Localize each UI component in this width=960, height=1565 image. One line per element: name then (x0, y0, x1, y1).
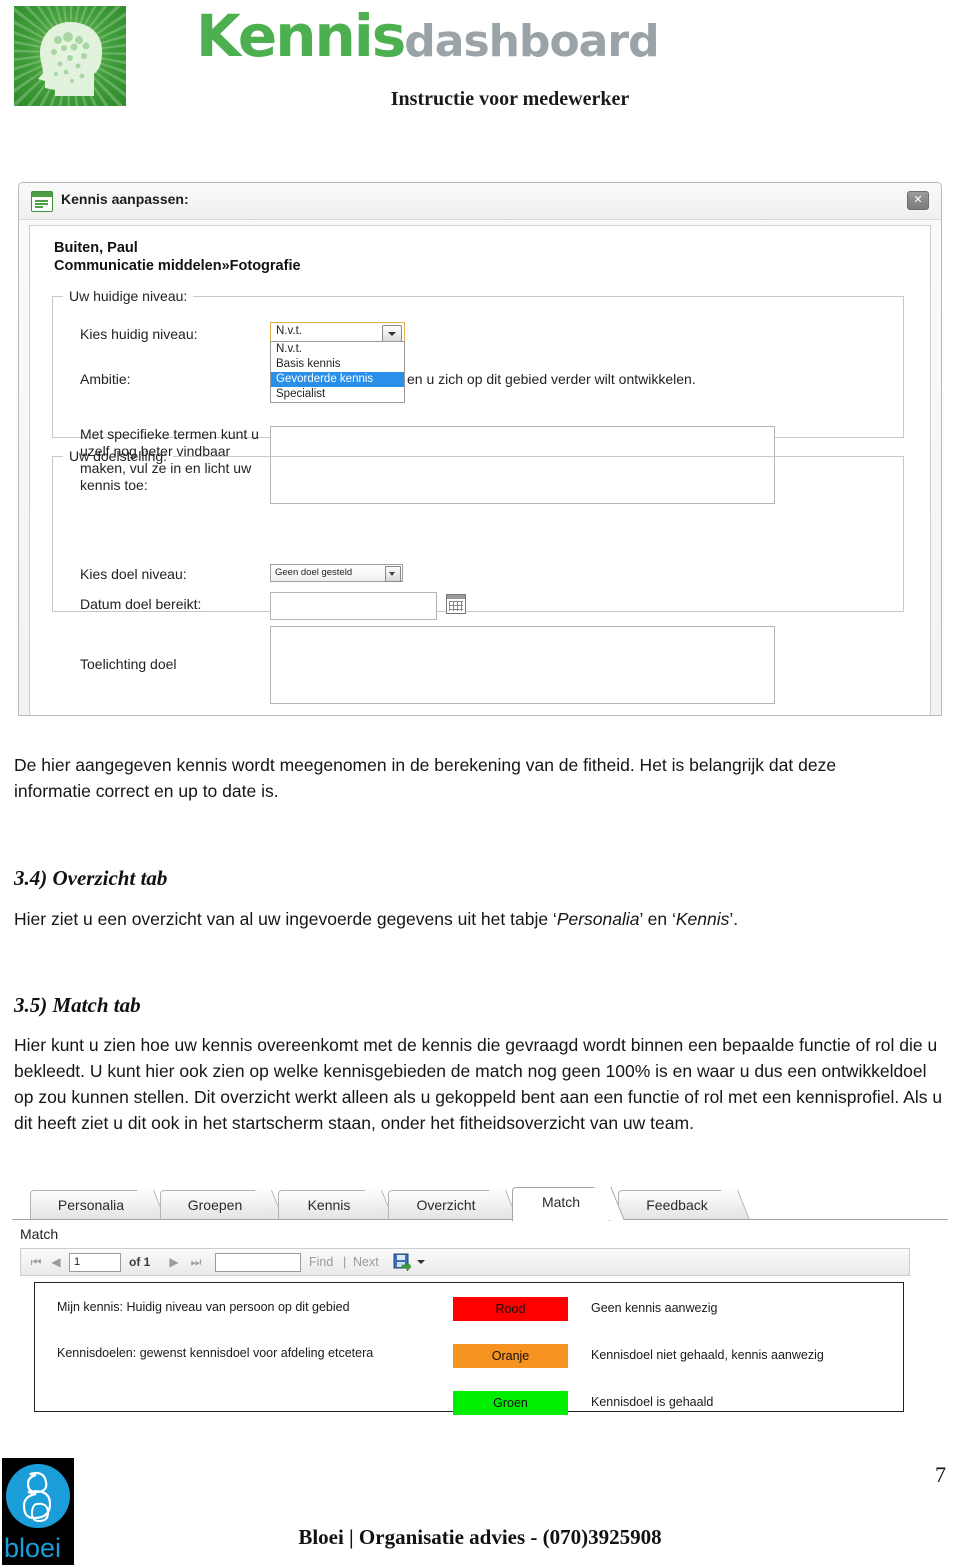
s34-part-b: ’ en ‘ (639, 909, 676, 929)
tab-overzicht[interactable]: Overzicht (388, 1190, 519, 1221)
group-goal: Uw doelstelling: (52, 448, 904, 612)
current-level-value: N.v.t. (276, 325, 302, 337)
match-tab-screenshot: Personalia Groepen Kennis Overzicht Matc… (12, 1186, 948, 1426)
export-save-icon[interactable] (393, 1253, 411, 1271)
s34-italic-kennis: Kennis (675, 909, 730, 929)
swatch-rood: Rood (453, 1297, 568, 1321)
tab-feedback[interactable]: Feedback (618, 1190, 751, 1221)
bloei-logo-icon: bloei (2, 1458, 74, 1565)
dropdown-option-3[interactable]: Specialist (271, 387, 404, 402)
tab-kennis[interactable]: Kennis (278, 1190, 395, 1221)
dialog-title: Kennis aanpassen: (61, 191, 189, 207)
close-icon[interactable]: ✕ (907, 191, 929, 210)
brand-secondary: dashboard (404, 16, 659, 67)
s34-italic-personalia: Personalia (556, 909, 640, 929)
s34-part-a: Hier ziet u een overzicht van al uw inge… (14, 909, 557, 929)
label-kies-doel-niveau: Kies doel niveau: (80, 566, 187, 582)
head-network-icon (14, 6, 126, 106)
tab-groepen[interactable]: Groepen (160, 1190, 285, 1221)
label-datum-doel-bereikt: Datum doel bereikt: (80, 596, 202, 612)
match-panel: Match ⏮ ◀ 1 of 1 ▶ ⏭ Find | Next Mijn ke… (12, 1219, 948, 1420)
kennis-aanpassen-screenshot: Kennis aanpassen: ✕ Buiten, Paul Communi… (12, 178, 948, 718)
last-page-icon[interactable]: ⏭ (189, 1255, 203, 1269)
label-toelichting-doel: Toelichting doel (80, 656, 177, 672)
find-next-separator: | (343, 1255, 347, 1269)
tab-bar: Personalia Groepen Kennis Overzicht Matc… (12, 1186, 948, 1221)
tab-personalia[interactable]: Personalia (30, 1190, 167, 1221)
legend-note-mijn-kennis: Mijn kennis: Huidig niveau van persoon o… (57, 1300, 350, 1314)
page-number-input[interactable]: 1 (69, 1253, 121, 1272)
bloei-wordmark: bloei (4, 1533, 62, 1563)
swatch-oranje: Oranje (453, 1344, 568, 1368)
brand-title: Kennisdashboard (196, 2, 660, 74)
match-legend-box: Mijn kennis: Huidig niveau van persoon o… (34, 1282, 904, 1415)
goal-level-value: Geen doel gesteld (275, 567, 353, 578)
s34-part-c: ’. (729, 909, 739, 929)
group-current-level-legend: Uw huidige niveau: (69, 288, 188, 304)
goal-date-input[interactable] (270, 592, 437, 620)
dropdown-option-1[interactable]: Basis kennis (271, 357, 404, 372)
group-current-level: Uw huidige niveau: (52, 288, 904, 438)
tab-feedback-label: Feedback (646, 1197, 708, 1213)
section-3-5-text: Hier kunt u zien hoe uw kennis overeenko… (14, 1035, 943, 1133)
group-goal-legend: Uw doelstelling: (69, 448, 168, 464)
bloei-circle (6, 1464, 70, 1528)
calendar-icon[interactable] (446, 594, 466, 614)
legend-note-kennisdoelen: Kennisdoelen: gewenst kennisdoel voor af… (57, 1346, 374, 1360)
goal-level-select[interactable]: Geen doel gesteld (270, 564, 403, 582)
next-link[interactable]: Next (353, 1255, 379, 1269)
next-page-icon[interactable]: ▶ (167, 1255, 181, 1269)
person-knowledge-path: Communicatie middelen»Fotografie (54, 258, 301, 274)
section-3-4-text: Hier ziet u een overzicht van al uw inge… (14, 906, 944, 932)
dropdown-option-0[interactable]: N.v.t. (271, 342, 404, 357)
swatch-oranje-description: Kennisdoel niet gehaald, kennis aanwezig (591, 1348, 824, 1362)
tab-groepen-label: Groepen (187, 1197, 243, 1213)
ambitie-description: en u zich op dit gebied verder wilt ontw… (407, 371, 696, 387)
tab-match-label: Match (541, 1194, 581, 1210)
page-count-label: of 1 (129, 1255, 151, 1269)
brand-primary: Kennis (196, 2, 406, 70)
tab-overzicht-label: Overzicht (416, 1197, 476, 1213)
label-ambitie: Ambitie: (80, 371, 131, 387)
report-toolbar: ⏮ ◀ 1 of 1 ▶ ⏭ Find | Next (20, 1248, 910, 1276)
label-kies-huidig-niveau: Kies huidig niveau: (80, 326, 198, 342)
dropdown-option-2[interactable]: Gevorderde kennis (271, 372, 404, 387)
previous-page-icon[interactable]: ◀ (49, 1255, 63, 1269)
toelichting-doel-textarea[interactable] (270, 626, 775, 704)
page-subtitle: Instructie voor medewerker (390, 88, 630, 110)
chevron-down-icon[interactable] (385, 566, 401, 582)
intro-paragraph: De hier aangegeven kennis wordt meegenom… (14, 755, 837, 801)
tab-personalia-label: Personalia (57, 1197, 125, 1213)
page-number: 7 (935, 1462, 946, 1487)
bloei-mark (22, 1471, 52, 1523)
tab-kennis-label: Kennis (307, 1197, 351, 1213)
footer-contact: Bloei | Organisatie advies - (070)392590… (298, 1525, 662, 1549)
dialog-title-bar: Kennis aanpassen: ✕ (19, 183, 941, 220)
dialog-body: Buiten, Paul Communicatie middelen»Fotog… (29, 225, 931, 715)
find-link[interactable]: Find (309, 1255, 333, 1269)
current-level-select[interactable]: N.v.t. (270, 322, 405, 342)
swatch-groen: Groen (453, 1391, 568, 1415)
person-name: Buiten, Paul (54, 240, 138, 256)
panel-title: Match (20, 1226, 59, 1242)
first-page-icon[interactable]: ⏮ (29, 1255, 43, 1269)
find-input[interactable] (215, 1253, 301, 1272)
tab-match[interactable]: Match (512, 1187, 625, 1221)
chevron-down-icon[interactable] (417, 1260, 425, 1264)
window-document-icon (31, 191, 53, 212)
swatch-rood-description: Geen kennis aanwezig (591, 1301, 718, 1315)
current-level-dropdown-list[interactable]: N.v.t. Basis kennis Gevorderde kennis Sp… (270, 341, 405, 403)
kennis-aanpassen-dialog: Kennis aanpassen: ✕ Buiten, Paul Communi… (18, 182, 942, 716)
swatch-groen-description: Kennisdoel is gehaald (591, 1395, 714, 1409)
chevron-down-icon[interactable] (382, 325, 402, 342)
heading-3-5: 3.5) Match tab (14, 993, 141, 1017)
heading-3-4: 3.4) Overzicht tab (14, 866, 168, 890)
page-header: Kennisdashboard Instructie voor medewerk… (0, 0, 960, 150)
head-silhouette (38, 22, 102, 96)
